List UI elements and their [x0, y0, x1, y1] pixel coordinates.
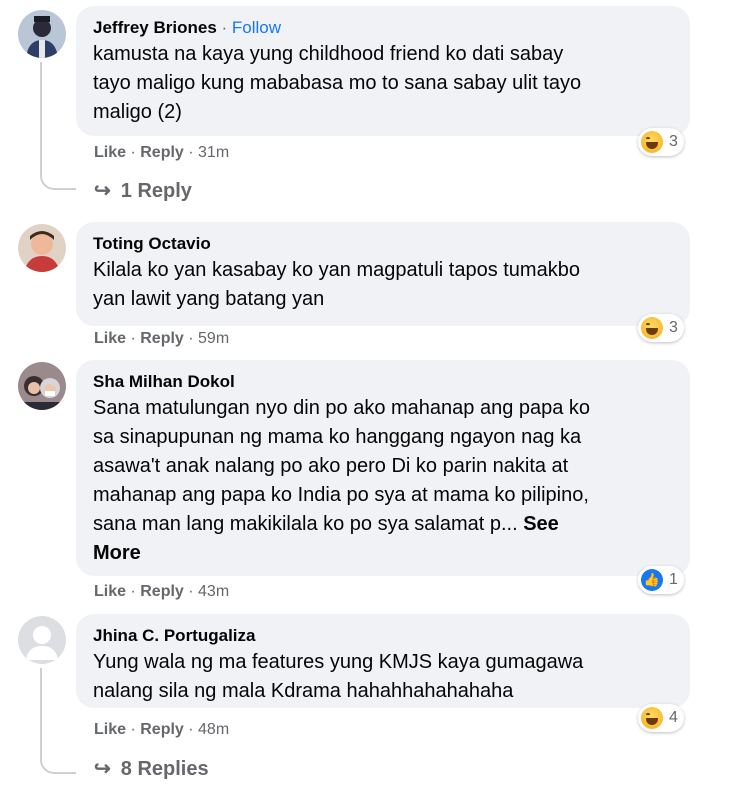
like-button[interactable]: Like — [94, 583, 126, 600]
thread-connector — [40, 170, 76, 190]
reaction-summary[interactable]: 3 — [638, 128, 684, 156]
replies-label: 8 Replies — [120, 758, 209, 780]
reply-button[interactable]: Reply — [140, 721, 184, 738]
reaction-count: 3 — [669, 319, 678, 336]
avatar[interactable] — [18, 362, 66, 410]
separator: · — [126, 583, 141, 600]
reaction-count: 3 — [669, 133, 678, 150]
view-replies-button[interactable]: ↪ 8 Replies — [94, 756, 209, 781]
reply-arrow-icon: ↪ — [94, 180, 111, 202]
reaction-count: 4 — [669, 709, 678, 726]
timestamp[interactable]: 43m — [198, 583, 229, 600]
comment-actions: Like · Reply · 31m — [94, 144, 229, 162]
haha-emoji-icon — [641, 131, 663, 153]
separator: · — [183, 721, 199, 738]
comment-actions: Like · Reply · 48m — [94, 721, 229, 739]
comment-bubble: Jeffrey Briones · Follow kamusta na kaya… — [76, 6, 690, 136]
follow-button[interactable]: Follow — [232, 18, 281, 37]
separator: · — [183, 144, 199, 161]
separator: · — [126, 144, 141, 161]
comment-text: Kilala ko yan kasabay ko yan magpatuli t… — [93, 259, 580, 310]
comment-bubble: Jhina C. Portugaliza Yung wala ng ma fea… — [76, 614, 690, 708]
like-button[interactable]: Like — [94, 144, 126, 161]
haha-emoji-icon — [641, 317, 663, 339]
reaction-count: 1 — [669, 571, 678, 588]
thread-connector — [40, 754, 76, 774]
timestamp[interactable]: 48m — [198, 721, 229, 738]
reaction-summary[interactable]: 3 — [638, 314, 684, 342]
comment-text: kamusta na kaya yung childhood friend ko… — [93, 43, 582, 123]
comment-body: Sana matulungan nyo din po ako mahanap a… — [93, 397, 591, 535]
comment-bubble: Toting Octavio Kilala ko yan kasabay ko … — [76, 222, 690, 326]
author-name[interactable]: Toting Octavio — [93, 232, 672, 256]
reply-arrow-icon: ↪ — [94, 758, 111, 780]
separator: · — [183, 330, 199, 347]
reaction-summary[interactable]: 4 — [638, 704, 684, 732]
like-button[interactable]: Like — [94, 330, 126, 347]
separator: · — [183, 583, 199, 600]
author-name[interactable]: Jhina C. Portugaliza — [93, 624, 672, 648]
like-emoji-icon: 👍 — [641, 569, 663, 591]
comment-text: Yung wala ng ma features yung KMJS kaya … — [93, 651, 584, 702]
author-name[interactable]: Sha Milhan Dokol — [93, 370, 672, 394]
thread-line — [40, 668, 42, 754]
reply-button[interactable]: Reply — [140, 144, 184, 161]
replies-label: 1 Reply — [120, 180, 192, 202]
timestamp[interactable]: 59m — [198, 330, 229, 347]
comment-actions: Like · Reply · 43m — [94, 583, 229, 601]
reaction-summary[interactable]: 👍 1 — [638, 566, 684, 594]
timestamp[interactable]: 31m — [198, 144, 229, 161]
separator: · — [126, 330, 141, 347]
separator: · — [216, 18, 232, 37]
haha-emoji-icon — [641, 707, 663, 729]
comment-bubble: Sha Milhan Dokol Sana matulungan nyo din… — [76, 360, 690, 576]
avatar[interactable] — [18, 10, 66, 58]
separator: · — [126, 721, 141, 738]
comment-text: Sana matulungan nyo din po ako mahanap a… — [93, 394, 672, 568]
reply-button[interactable]: Reply — [140, 330, 184, 347]
avatar[interactable] — [18, 224, 66, 272]
thread-line — [40, 62, 42, 170]
like-button[interactable]: Like — [94, 721, 126, 738]
view-replies-button[interactable]: ↪ 1 Reply — [94, 178, 192, 203]
avatar[interactable] — [18, 616, 66, 664]
comment-actions: Like · Reply · 59m — [94, 330, 229, 348]
author-name[interactable]: Jeffrey Briones — [93, 18, 217, 37]
reply-button[interactable]: Reply — [140, 583, 184, 600]
